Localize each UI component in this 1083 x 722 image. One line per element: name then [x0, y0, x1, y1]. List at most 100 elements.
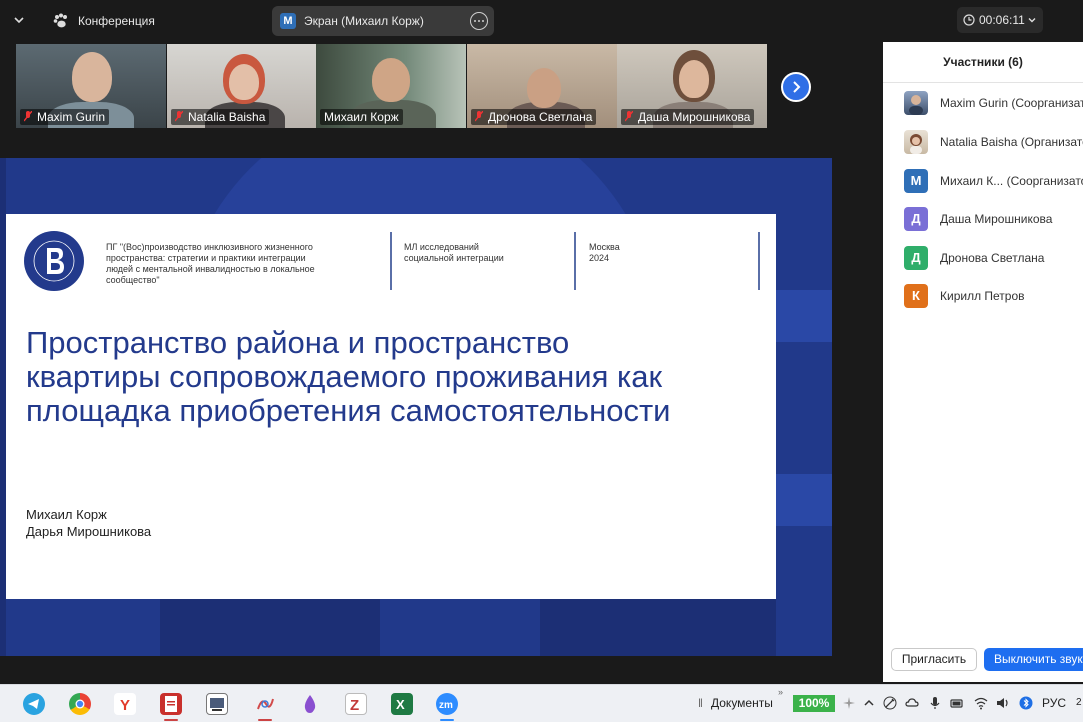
purple-app-icon[interactable]: [299, 693, 321, 715]
shared-screen: ПГ "(Вос)производство инклюзивного жизне…: [0, 158, 832, 656]
video-name-label: Natalia Baisha: [171, 109, 270, 125]
presentation-slide: ПГ "(Вос)производство инклюзивного жизне…: [6, 214, 776, 599]
user-photo-icon: [910, 134, 922, 154]
wifi-icon[interactable]: [974, 696, 988, 710]
battery-plug-icon[interactable]: [950, 696, 964, 710]
video-person-face: [229, 64, 259, 100]
participant-avatar: М: [904, 169, 928, 193]
zotero-icon[interactable]: Z: [345, 693, 367, 715]
chevron-up-icon[interactable]: [862, 696, 876, 710]
slide-header-line: пространства: стратегии и практики интег…: [106, 253, 306, 263]
pen-icon[interactable]: [883, 696, 897, 710]
next-page-button[interactable]: [781, 72, 811, 102]
windows-taskbar: Y Z X zm ‖ Документы » 100% РУС 2: [0, 684, 1083, 722]
slide-header-line: социальной интеграции: [404, 253, 504, 263]
participants-panel: Участники (6) Maxim Gurin (Соорганизатор…: [883, 42, 1083, 682]
slide-header-line: Москва: [589, 242, 620, 252]
slide-bg-block: [776, 474, 832, 526]
video-tile[interactable]: Дронова Светлана: [467, 44, 617, 128]
battery-indicator[interactable]: 100%: [793, 695, 835, 712]
mic-muted-icon: [23, 110, 33, 122]
pdf-reader-icon[interactable]: [160, 693, 182, 715]
meeting-timer[interactable]: 00:06:11: [957, 7, 1043, 33]
documents-toolbar[interactable]: Документы: [711, 696, 773, 710]
timer-text: 00:06:11: [979, 13, 1025, 27]
more-options-icon[interactable]: [470, 12, 488, 30]
participant-row[interactable]: Д Дронова Светлана: [904, 246, 1083, 270]
video-name-label: Даша Мирошникова: [621, 109, 755, 125]
video-tile-active-speaker[interactable]: Михаил Корж: [316, 44, 466, 128]
overflow-chevron-icon[interactable]: »: [778, 687, 783, 697]
clock-text[interactable]: 2: [1076, 697, 1082, 708]
bluetooth-icon[interactable]: [1019, 696, 1033, 710]
svg-text:Y: Y: [120, 697, 130, 714]
yandex-browser-icon[interactable]: Y: [114, 693, 136, 715]
excel-icon[interactable]: X: [391, 693, 413, 715]
slide-title: Пространство района и пространство кварт…: [26, 326, 766, 428]
video-name: Maxim Gurin: [37, 110, 106, 124]
divider: [883, 82, 1083, 83]
telegram-icon[interactable]: [23, 693, 45, 715]
paw-icon: [53, 13, 67, 28]
participant-photo-avatar: [904, 130, 928, 154]
meeting-title: Конференция: [78, 14, 155, 28]
presenter-avatar: M: [280, 13, 296, 29]
slide-author: Дарья Мирошникова: [26, 524, 152, 539]
top-bar: Конференция M Экран (Михаил Корж) 00:06:…: [0, 0, 1083, 42]
mute-all-button[interactable]: Выключить звук: [984, 648, 1083, 671]
clock-icon: [963, 14, 975, 26]
slide-title-line: Пространство района и пространство: [26, 325, 570, 360]
participant-row[interactable]: М Михаил К... (Соорганизатор): [904, 169, 1083, 193]
screen-share-indicator[interactable]: M Экран (Михаил Корж): [272, 6, 494, 36]
speaker-icon[interactable]: [996, 696, 1010, 710]
participant-row[interactable]: Maxim Gurin (Соорганизатор): [904, 91, 1083, 115]
video-person-face: [679, 60, 709, 98]
video-name-label: Дронова Светлана: [471, 109, 597, 125]
slide-divider: [758, 232, 760, 290]
video-name: Natalia Baisha: [188, 110, 266, 124]
participant-name: Кирилл Петров: [940, 289, 1025, 303]
video-tile[interactable]: Maxim Gurin: [16, 44, 166, 128]
participant-row[interactable]: Natalia Baisha (Организатор): [904, 130, 1083, 154]
participant-name: Natalia Baisha (Организатор): [940, 135, 1083, 149]
video-tile[interactable]: Natalia Baisha: [167, 44, 317, 128]
participant-row[interactable]: К Кирилл Петров: [904, 284, 1083, 308]
slide-header-line: сообщество": [106, 275, 160, 285]
participant-row[interactable]: Д Даша Мирошникова: [904, 207, 1083, 231]
participant-avatar: Д: [904, 207, 928, 231]
video-tile[interactable]: Даша Мирошникова: [617, 44, 767, 128]
slide-author: Михаил Корж: [26, 507, 107, 522]
slide-title-line: квартиры сопровождаемого проживания как: [26, 359, 663, 394]
participant-name: Михаил К... (Соорганизатор): [940, 174, 1083, 188]
svg-text:zm: zm: [439, 700, 453, 711]
slide-project-text: ПГ "(Вос)производство инклюзивного жизне…: [106, 242, 315, 286]
slide-header-line: ПГ "(Вос)производство инклюзивного жизне…: [106, 242, 313, 252]
cloud-icon[interactable]: [905, 696, 919, 710]
screen-share-label: Экран (Михаил Корж): [304, 14, 424, 28]
svg-text:Z: Z: [350, 697, 359, 714]
slide-title-line: площадка приобретения самостоятельности: [26, 393, 671, 428]
user-photo-icon: [909, 95, 923, 115]
chevron-down-icon: [1028, 18, 1036, 23]
toolbar-separator: ‖: [698, 696, 703, 710]
slide-divider: [390, 232, 392, 290]
slide-authors: Михаил Корж Дарья Мирошникова: [26, 506, 151, 540]
participant-photo-avatar: [904, 91, 928, 115]
chrome-icon[interactable]: [69, 693, 91, 715]
input-language[interactable]: РУС: [1042, 696, 1066, 710]
sparkle-icon[interactable]: [842, 696, 856, 710]
microphone-icon[interactable]: [928, 696, 942, 710]
video-name: Михаил Корж: [324, 110, 399, 124]
chevron-down-icon[interactable]: [12, 13, 26, 27]
invite-button[interactable]: Пригласить: [891, 648, 977, 671]
video-person-face: [527, 68, 561, 108]
active-app-indicator: [164, 719, 178, 721]
hse-logo: [24, 231, 84, 291]
video-name: Дронова Светлана: [488, 110, 593, 124]
zoom-app-icon[interactable]: zm: [436, 693, 458, 715]
slide-bg-block: [160, 599, 380, 656]
slide-header-line: МЛ исследований: [404, 242, 479, 252]
file-manager-icon[interactable]: [206, 693, 228, 715]
slide-header-line: людей с ментальной инвалидностью в локал…: [106, 264, 315, 274]
sketch-app-icon[interactable]: [254, 693, 276, 715]
